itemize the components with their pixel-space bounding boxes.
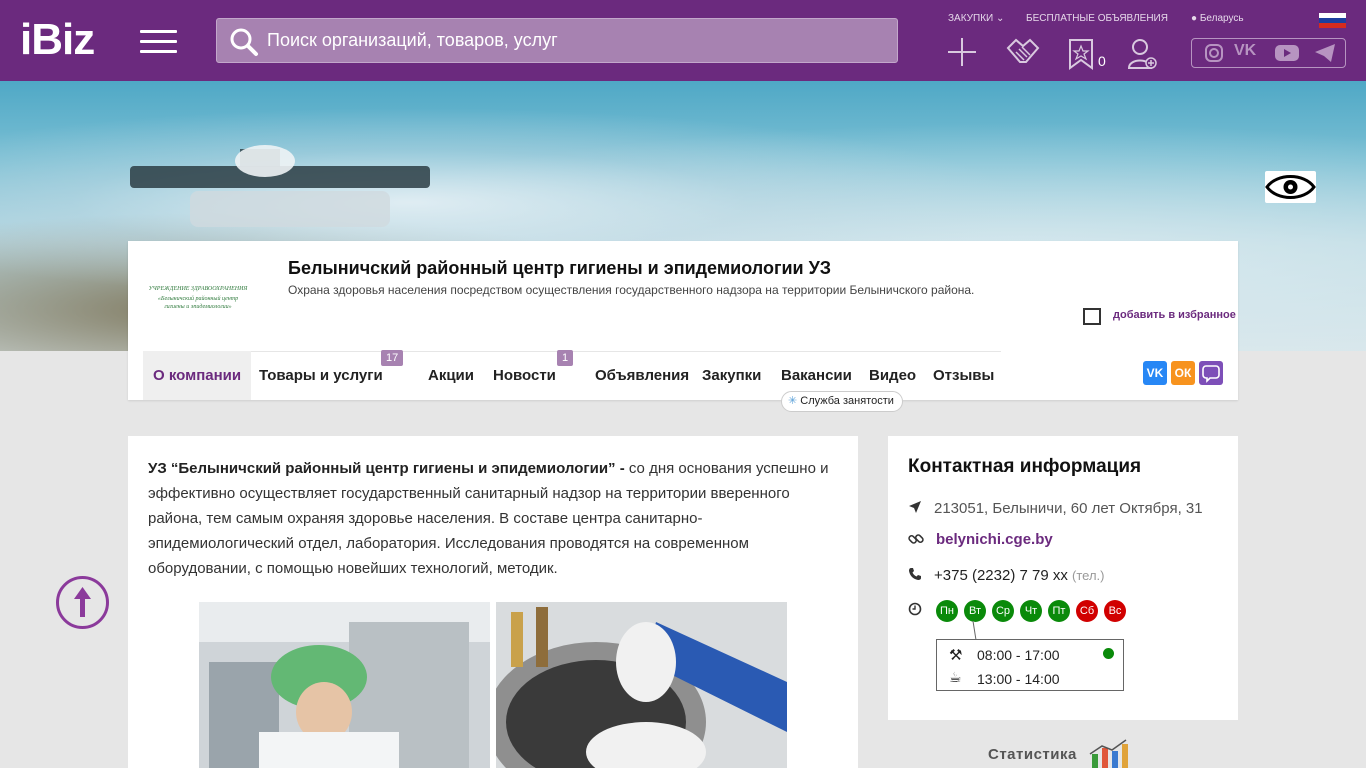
language-flag-icon[interactable] — [1319, 13, 1346, 28]
region-selector[interactable]: ● Беларусь — [1191, 13, 1244, 24]
work-hours: 08:00 - 17:00 — [977, 647, 1060, 663]
plus-icon[interactable] — [946, 36, 978, 68]
company-card: УЧРЕЖДЕНИЕ ЗДРАВООХРАНЕНИЯ «Белыничский … — [128, 241, 1238, 412]
products-count-badge: 17 — [381, 350, 404, 366]
tab-ads[interactable]: Объявления — [595, 351, 689, 400]
company-description-panel: УЗ “Белыничский районный центр гигиены и… — [128, 436, 858, 768]
accessibility-button[interactable] — [1265, 171, 1316, 203]
sparkle-icon: ✳ — [788, 395, 798, 407]
working-hours-popup: ⚒ 08:00 - 17:00 ☕ 13:00 - 14:00 — [936, 639, 1124, 691]
odnoklassniki-share-icon[interactable]: ОК — [1171, 361, 1195, 385]
phone-type-label: (тел.) — [1072, 568, 1105, 583]
tools-icon: ⚒ — [949, 647, 963, 664]
website-link[interactable]: belynichi.cge.by — [936, 531, 1053, 548]
company-subtitle: Охрана здоровья населения посредством ос… — [288, 283, 975, 297]
tab-news[interactable]: Новости 1 — [493, 350, 574, 400]
menu-icon[interactable] — [140, 30, 177, 54]
company-description: УЗ “Белыничский районный центр гигиены и… — [148, 460, 829, 577]
contact-info-title: Контактная информация — [908, 456, 1142, 477]
company-logo: УЧРЕЖДЕНИЕ ЗДРАВООХРАНЕНИЯ «Белыничский … — [143, 248, 253, 348]
handshake-icon[interactable] — [1006, 36, 1040, 68]
search-input[interactable] — [267, 19, 887, 62]
day-sat[interactable]: Сб — [1076, 600, 1098, 622]
open-status-dot — [1103, 648, 1114, 659]
instagram-icon[interactable] — [1204, 43, 1224, 68]
link-icon — [908, 531, 924, 551]
vk-share-icon[interactable]: VK — [1143, 361, 1167, 385]
chart-icon — [1089, 739, 1128, 768]
top-bar: iBiz ЗАКУПКИ ⌄ БЕСПЛАТНЫЕ ОБЪЯВЛЕНИЯ ● Б… — [0, 0, 1366, 81]
favorites-count: 0 — [1098, 53, 1106, 69]
coffee-icon: ☕ — [949, 669, 962, 685]
lab-photo-1[interactable] — [199, 602, 490, 768]
youtube-icon[interactable] — [1274, 43, 1300, 68]
contact-info-panel: Контактная информация 213051, Белыничи, … — [888, 436, 1238, 720]
day-sun[interactable]: Вс — [1104, 600, 1126, 622]
vk-icon[interactable]: VK — [1234, 42, 1256, 60]
purchases-link[interactable]: ЗАКУПКИ ⌄ — [948, 13, 1004, 24]
statistics-link[interactable]: Статистика — [988, 739, 1128, 768]
arrow-up-icon — [74, 587, 91, 617]
banner-illustration — [130, 145, 430, 227]
add-favorite-label[interactable]: добавить в избранное — [1113, 309, 1236, 321]
search-icon[interactable] — [229, 27, 259, 57]
day-fri[interactable]: Пт — [1048, 600, 1070, 622]
news-count-badge: 1 — [557, 350, 574, 366]
tab-purchases[interactable]: Закупки — [702, 351, 761, 400]
scroll-up-button[interactable] — [56, 576, 109, 629]
eye-icon — [1265, 175, 1316, 199]
break-hours: 13:00 - 14:00 — [977, 671, 1060, 687]
site-logo[interactable]: iBiz — [20, 18, 95, 62]
add-user-icon[interactable] — [1128, 38, 1158, 70]
phone-number[interactable]: +375 (2232) 7 79 xx (тел.) — [934, 567, 1104, 584]
chevron-down-icon: ⌄ — [995, 13, 1005, 24]
free-ads-link[interactable]: БЕСПЛАТНЫЕ ОБЪЯВЛЕНИЯ — [1026, 13, 1168, 24]
address: 213051, Белыничи, 60 лет Октября, 31 — [934, 500, 1203, 517]
tab-about[interactable]: О компании — [143, 351, 252, 400]
employment-service-hint[interactable]: ✳ Служба занятости — [781, 391, 903, 412]
social-links: VK — [1191, 38, 1346, 68]
hours-pointer — [972, 621, 1006, 641]
day-thu[interactable]: Чт — [1020, 600, 1042, 622]
day-tue[interactable]: Вт — [964, 600, 986, 622]
favorite-checkbox[interactable] — [1083, 308, 1101, 325]
phone-icon — [908, 567, 924, 585]
tab-promotions[interactable]: Акции — [428, 351, 474, 400]
day-wed[interactable]: Ср — [992, 600, 1014, 622]
search-bar[interactable] — [216, 18, 898, 63]
viber-share-icon[interactable] — [1199, 361, 1223, 385]
telegram-icon[interactable] — [1314, 43, 1336, 68]
star-icon[interactable] — [1068, 38, 1094, 70]
company-title: Белыничский районный центр гигиены и эпи… — [288, 258, 832, 278]
lab-photo-2[interactable] — [496, 602, 787, 768]
day-mon[interactable]: Пн — [936, 600, 958, 622]
location-pin-icon: ● — [1191, 13, 1198, 24]
tab-reviews[interactable]: Отзывы — [933, 351, 994, 400]
tab-products[interactable]: Товары и услуги 17 — [259, 350, 404, 400]
clock-icon — [908, 602, 922, 621]
location-arrow-icon — [908, 500, 924, 518]
